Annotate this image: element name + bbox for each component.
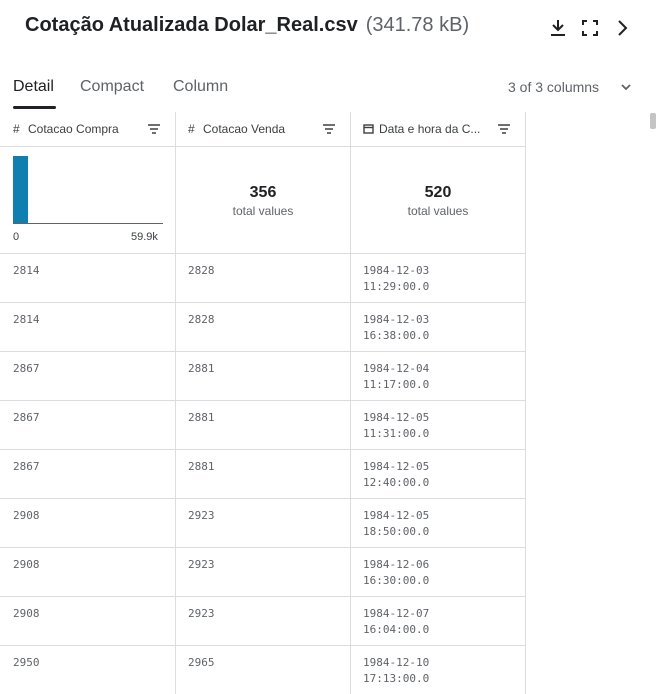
- table-cell-venda[interactable]: 2881: [188, 361, 215, 377]
- table-cell-data[interactable]: 1984-12-03 16:38:00.0: [363, 312, 429, 344]
- table-cell-compra[interactable]: 2867: [13, 410, 40, 426]
- total-values-count: 356: [249, 184, 277, 201]
- row-divider: [0, 547, 526, 548]
- sort-icon[interactable]: [146, 121, 162, 137]
- column-header-compra[interactable]: # Cotacao Compra: [0, 112, 175, 146]
- scrollbar-thumb[interactable]: [650, 113, 656, 129]
- calendar-icon: [363, 124, 374, 134]
- fullscreen-icon[interactable]: [578, 16, 602, 40]
- total-values-label: total values: [232, 204, 294, 218]
- table-cell-data[interactable]: 1984-12-10 17:13:00.0: [363, 655, 429, 687]
- table-cell-venda[interactable]: 2828: [188, 312, 215, 328]
- column-header-label: Data e hora da C...: [379, 122, 481, 136]
- table-cell-venda[interactable]: 2881: [188, 459, 215, 475]
- row-divider: [0, 449, 526, 450]
- table-cell-data[interactable]: 1984-12-06 16:30:00.0: [363, 557, 429, 589]
- histogram-max-label: 59.9k: [131, 231, 158, 243]
- table-cell-data[interactable]: 1984-12-05 11:31:00.0: [363, 410, 429, 442]
- total-values-label: total values: [407, 204, 469, 218]
- view-tabs: Detail Compact Column 3 of 3 columns: [0, 64, 658, 112]
- file-title: Cotação Atualizada Dolar_Real.csv (341.78…: [25, 14, 469, 37]
- hash-icon: #: [13, 122, 20, 136]
- sort-icon[interactable]: [321, 121, 337, 137]
- table-cell-venda[interactable]: 2923: [188, 606, 215, 622]
- row-divider: [0, 645, 526, 646]
- table-cell-compra[interactable]: 2867: [13, 459, 40, 475]
- table-cell-compra[interactable]: 2950: [13, 655, 40, 671]
- active-tab-indicator: [13, 106, 56, 109]
- table-cell-compra[interactable]: 2814: [13, 312, 40, 328]
- histogram-axis: [13, 223, 163, 224]
- row-divider: [0, 302, 526, 303]
- table-cell-venda[interactable]: 2965: [188, 655, 215, 671]
- row-divider: [0, 400, 526, 401]
- file-size: (341.78 kB): [365, 14, 470, 36]
- table-cell-venda[interactable]: 2923: [188, 508, 215, 524]
- chevron-right-icon[interactable]: [610, 16, 634, 40]
- table-cell-data[interactable]: 1984-12-04 11:17:00.0: [363, 361, 429, 393]
- row-divider: [0, 253, 526, 254]
- tab-column[interactable]: Column: [173, 78, 228, 96]
- histogram-bar[interactable]: [13, 156, 28, 224]
- total-values-count: 520: [424, 184, 452, 201]
- column-divider: [525, 112, 526, 694]
- column-header-venda[interactable]: # Cotacao Venda: [175, 112, 350, 146]
- table-cell-compra[interactable]: 2908: [13, 557, 40, 573]
- tab-compact[interactable]: Compact: [80, 78, 144, 96]
- file-header: Cotação Atualizada Dolar_Real.csv (341.78…: [0, 0, 658, 60]
- column-header-label: Cotacao Venda: [203, 122, 286, 136]
- hash-icon: #: [188, 122, 195, 136]
- chevron-down-icon: [621, 84, 631, 91]
- table-cell-data[interactable]: 1984-12-07 16:04:00.0: [363, 606, 429, 638]
- row-divider: [0, 498, 526, 499]
- column-header-data[interactable]: Data e hora da C...: [350, 112, 525, 146]
- table-cell-compra[interactable]: 2908: [13, 508, 40, 524]
- column-count-dropdown[interactable]: 3 of 3 columns: [508, 79, 631, 95]
- data-table: # Cotacao Compra # Cotacao Venda Data e …: [0, 112, 526, 694]
- histogram-min-label: 0: [13, 231, 20, 243]
- table-cell-venda[interactable]: 2881: [188, 410, 215, 426]
- scrollbar-track[interactable]: [646, 112, 658, 694]
- table-cell-compra[interactable]: 2867: [13, 361, 40, 377]
- table-cell-venda[interactable]: 2923: [188, 557, 215, 573]
- row-divider: [0, 351, 526, 352]
- column-count-label: 3 of 3 columns: [508, 79, 600, 95]
- row-divider: [0, 596, 526, 597]
- download-icon[interactable]: [546, 16, 570, 40]
- table-cell-compra[interactable]: 2908: [13, 606, 40, 622]
- sort-icon[interactable]: [496, 121, 512, 137]
- table-cell-compra[interactable]: 2814: [13, 263, 40, 279]
- row-divider: [0, 146, 526, 147]
- column-header-label: Cotacao Compra: [28, 122, 119, 136]
- table-cell-data[interactable]: 1984-12-05 12:40:00.0: [363, 459, 429, 491]
- table-cell-venda[interactable]: 2828: [188, 263, 215, 279]
- file-name: Cotação Atualizada Dolar_Real.csv: [25, 14, 358, 36]
- table-cell-data[interactable]: 1984-12-03 11:29:00.0: [363, 263, 429, 295]
- table-cell-data[interactable]: 1984-12-05 18:50:00.0: [363, 508, 429, 540]
- tab-detail[interactable]: Detail: [13, 78, 54, 96]
